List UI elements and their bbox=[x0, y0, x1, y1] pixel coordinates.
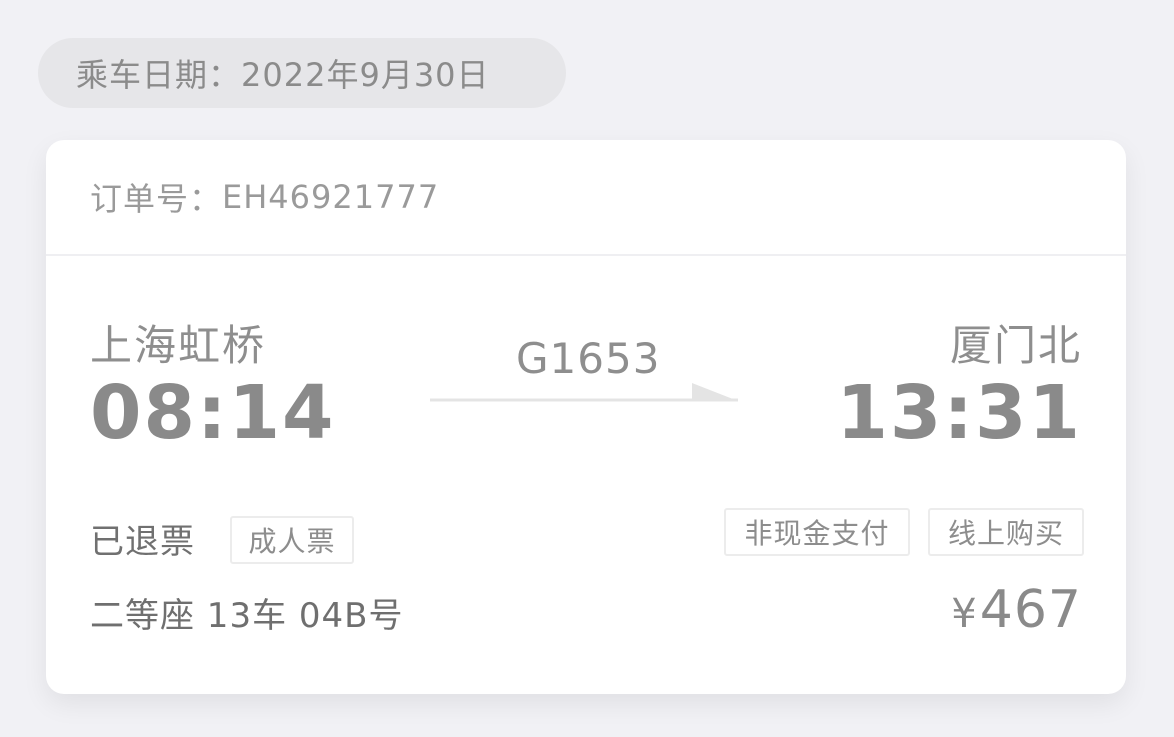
departure-station: 上海虹桥 bbox=[90, 321, 267, 370]
ride-date-value: 2022年9月30日 bbox=[241, 56, 490, 94]
ride-date-label: 乘车日期： bbox=[76, 56, 242, 94]
order-number-row: 订单号： EH46921777 bbox=[46, 140, 1126, 256]
seat-info: 二等座 13车 04B号 bbox=[90, 596, 404, 636]
price-value: 467 bbox=[979, 580, 1082, 640]
payment-method-tag: 非现金支付 bbox=[724, 508, 910, 556]
ticket-type-tag: 成人票 bbox=[230, 516, 354, 564]
ticket-price: ¥467 bbox=[951, 580, 1082, 640]
ticket-page: 乘车日期： 2022年9月30日 订单号： EH46921777 上海虹桥 08:1… bbox=[0, 0, 1174, 737]
order-number: EH46921777 bbox=[222, 178, 440, 216]
ride-date-pill: 乘车日期： 2022年9月30日 bbox=[38, 38, 566, 108]
refund-status: 已退票 bbox=[90, 522, 195, 562]
departure-time: 08:14 bbox=[90, 370, 336, 456]
right-arrow-icon bbox=[430, 383, 738, 402]
arrival-station: 厦门北 bbox=[949, 321, 1082, 370]
ticket-card[interactable]: 订单号： EH46921777 上海虹桥 08:14 G1653 厦门北 13:3… bbox=[46, 140, 1126, 694]
train-number: G1653 bbox=[516, 334, 661, 383]
arrival-time: 13:31 bbox=[836, 370, 1082, 456]
order-label: 订单号： bbox=[90, 180, 223, 218]
price-currency: ¥ bbox=[951, 591, 978, 637]
purchase-channel-tag: 线上购买 bbox=[928, 508, 1084, 556]
